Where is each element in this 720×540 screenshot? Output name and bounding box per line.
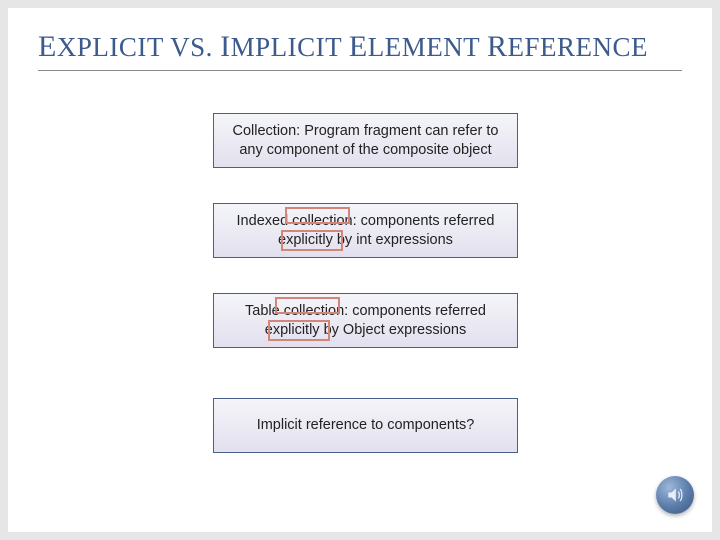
box-text: Implicit reference to components? — [257, 416, 475, 435]
box-collection: Collection: Program fragment can refer t… — [213, 113, 518, 168]
box-text: Table collection: components referred ex… — [228, 302, 503, 340]
slide: EXPLICIT VS. IMPLICIT ELEMENT REFERENCE … — [8, 8, 712, 532]
speaker-glyph — [665, 485, 685, 505]
box-text: Collection: Program fragment can refer t… — [228, 122, 503, 160]
box-text: Indexed collection: components referred … — [228, 212, 503, 250]
box-indexed-collection: Indexed collection: components referred … — [213, 203, 518, 258]
slide-title: EXPLICIT VS. IMPLICIT ELEMENT REFERENCE — [38, 30, 682, 71]
speaker-icon[interactable] — [656, 476, 694, 514]
box-table-collection: Table collection: components referred ex… — [213, 293, 518, 348]
box-implicit: Implicit reference to components? — [213, 398, 518, 453]
